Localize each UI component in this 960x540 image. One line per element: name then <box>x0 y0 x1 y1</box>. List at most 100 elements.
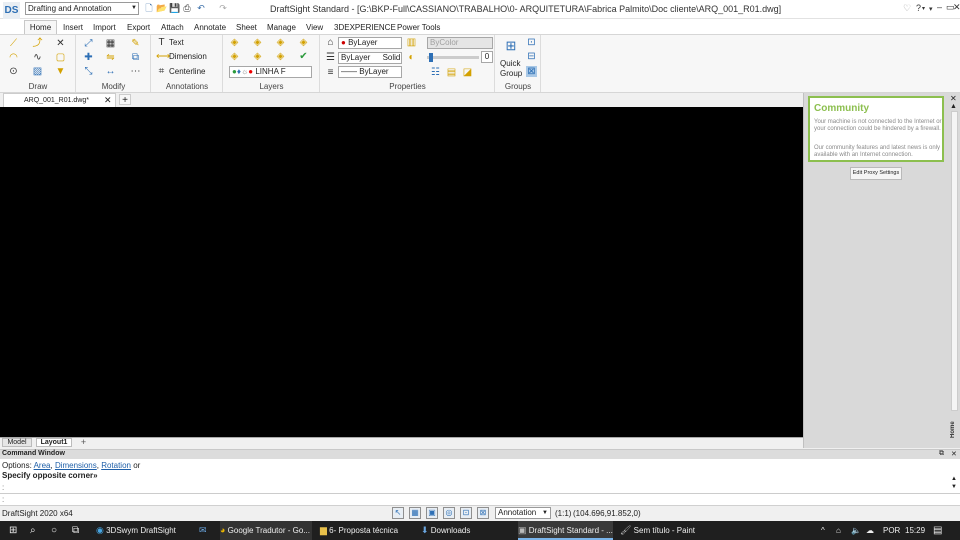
layer-state-icon[interactable]: ◈ <box>275 37 286 48</box>
clock[interactable]: 15:29 <box>905 521 925 540</box>
tab-home[interactable]: Home <box>24 20 57 35</box>
search-icon[interactable]: ⌕ <box>30 521 36 540</box>
esnap-icon[interactable]: ⊡ <box>460 507 472 519</box>
transparency-slider-thumb[interactable] <box>429 53 433 62</box>
layer-previous-icon[interactable]: ◈ <box>252 37 263 48</box>
tab-attach[interactable]: Attach <box>161 23 184 32</box>
stretch-icon[interactable]: ⤡ <box>83 66 94 77</box>
cortana-icon[interactable]: ○ <box>51 521 57 540</box>
copy-icon[interactable]: ✚ <box>83 52 94 63</box>
scroll-down-icon[interactable]: ▼ <box>951 484 957 490</box>
workspace-dropdown[interactable]: Drafting and Annotation ▼ <box>25 2 139 15</box>
quick-group-label-2[interactable]: Group <box>500 69 522 78</box>
tab-import[interactable]: Import <box>93 23 116 32</box>
spline-icon[interactable]: ∿ <box>32 52 43 63</box>
list-icon[interactable]: ☷ <box>430 67 441 78</box>
windows-start-icon[interactable]: ⊞ <box>9 521 17 540</box>
linestyle-dropdown[interactable]: ByLayer Solid <box>338 52 402 64</box>
taskbar-item-draftsight[interactable]: ▣ DraftSight Standard - ... <box>518 521 613 540</box>
transparency-slider[interactable] <box>427 56 479 59</box>
side-tab-home[interactable]: Home <box>950 412 959 438</box>
help-icon[interactable]: ♡ <box>903 3 911 14</box>
taskbar-item-3dswym[interactable]: ◉ 3DSwym DraftSight <box>96 521 176 540</box>
app-logo[interactable]: DS <box>3 2 20 19</box>
transparency-icon[interactable]: ◐ <box>406 52 417 63</box>
document-tab[interactable]: ARQ_001_R01.dwg* ✕ <box>3 93 116 107</box>
tab-annotate[interactable]: Annotate <box>194 23 226 32</box>
task-view-icon[interactable]: ⧉ <box>72 521 79 540</box>
move-icon[interactable]: ⤢ <box>83 38 94 49</box>
mirror-icon[interactable]: ⇋ <box>105 52 116 63</box>
tab-view[interactable]: View <box>306 23 323 32</box>
cursor-mode-icon[interactable]: ↖ <box>392 507 404 519</box>
polyline-icon[interactable]: ⤴ <box>32 38 43 49</box>
properties-icon[interactable]: ▤ <box>446 67 457 78</box>
save-icon[interactable]: 💾 <box>169 3 180 13</box>
side-panel-scrollbar[interactable] <box>951 111 958 411</box>
close-icon[interactable]: ✕ <box>950 94 957 103</box>
tab-manage[interactable]: Manage <box>267 23 296 32</box>
scroll-up-icon[interactable]: ▲ <box>950 103 957 110</box>
close-icon[interactable]: ✕ <box>104 95 112 106</box>
ribbon-toggle-icon[interactable]: ▾ <box>929 5 933 13</box>
grid-icon[interactable]: ▦ <box>409 507 421 519</box>
taskbar-item-downloads[interactable]: ⬇ Downloads <box>421 521 470 540</box>
tab-power-tools[interactable]: Power Tools <box>397 23 440 32</box>
quick-select-icon[interactable]: ◪ <box>462 67 473 78</box>
info-icon[interactable]: ? <box>916 3 921 13</box>
rectangle-icon[interactable]: ▢ <box>55 52 66 63</box>
text-button[interactable]: Text <box>169 38 184 47</box>
restore-icon[interactable]: ⧉ <box>939 450 944 458</box>
offset-icon[interactable]: ⧉ <box>130 52 141 63</box>
quick-group-label-1[interactable]: Quick <box>500 59 520 68</box>
tab-3dexperience[interactable]: 3DEXPERIENCE <box>334 23 396 32</box>
notifications-icon[interactable]: ▤ <box>933 521 942 540</box>
new-file-icon[interactable]: 🗋 <box>144 3 154 13</box>
taskbar-item-google-tradutor[interactable]: ◕ Google Tradutor - Go... <box>220 521 312 540</box>
construction-line-icon[interactable]: ✕ <box>55 38 66 49</box>
arc-icon[interactable]: ◠ <box>8 52 19 63</box>
draw-panel-label[interactable]: Draw <box>0 82 76 91</box>
drawing-canvas[interactable] <box>0 107 803 437</box>
layers-panel-label[interactable]: Layers <box>223 82 320 91</box>
print-icon[interactable]: ⎙ <box>182 3 192 13</box>
taskbar-item-proposta[interactable]: ▆ 6- Proposta técnica <box>320 521 398 540</box>
ortho-icon[interactable]: ◎ <box>443 507 455 519</box>
groups-panel-label[interactable]: Groups <box>495 82 541 91</box>
layer-dropdown[interactable]: ●♦☼● LINHA F <box>229 66 312 78</box>
help-dropdown-icon[interactable]: ▾ <box>922 5 925 12</box>
new-tab-icon[interactable]: + <box>119 94 131 106</box>
open-folder-icon[interactable]: 📂 <box>156 3 167 13</box>
layer-off-icon[interactable]: ◈ <box>275 51 286 62</box>
cloud-icon[interactable]: ☁ <box>866 521 874 540</box>
lineweight-dropdown[interactable]: —— ByLayer <box>338 66 402 78</box>
tab-export[interactable]: Export <box>127 23 150 32</box>
match-properties-icon[interactable]: ⌂ <box>325 37 336 48</box>
erase-icon[interactable]: ✎ <box>130 38 141 49</box>
modify-panel-label[interactable]: Modify <box>76 82 151 91</box>
array-icon[interactable]: ▦ <box>105 38 116 49</box>
tray-chevron-icon[interactable]: ^ <box>821 521 825 540</box>
tab-model[interactable]: Model <box>2 438 32 447</box>
tab-sheet[interactable]: Sheet <box>236 23 257 32</box>
option-area[interactable]: Area <box>34 461 51 470</box>
ungroup-icon[interactable]: ⊟ <box>526 51 537 62</box>
close-icon[interactable]: ✕ <box>951 450 957 458</box>
minimize-icon[interactable]: – <box>937 2 942 12</box>
layer-isolate-icon[interactable]: ◈ <box>298 37 309 48</box>
annotations-panel-label[interactable]: Annotations <box>151 82 223 91</box>
taskbar-item-paint[interactable]: 🖌 Sem título - Paint <box>620 521 695 540</box>
make-current-icon[interactable]: ✔ <box>298 51 309 62</box>
scroll-up-icon[interactable]: ▲ <box>951 476 957 482</box>
line-icon[interactable]: ⟋ <box>8 38 19 49</box>
option-rotation[interactable]: Rotation <box>101 461 131 470</box>
redo-icon[interactable]: ↷ <box>218 3 228 13</box>
language-indicator[interactable]: POR <box>883 521 900 540</box>
snap-icon[interactable]: ▣ <box>426 507 438 519</box>
dimension-button[interactable]: Dimension <box>169 52 207 61</box>
bycolor-dropdown[interactable]: ByColor <box>427 37 493 49</box>
close-icon[interactable]: ✕ <box>953 2 960 13</box>
command-input[interactable]: : <box>0 493 960 505</box>
explode-icon[interactable]: ⋯ <box>130 66 141 77</box>
circle-icon[interactable]: ⊙ <box>8 66 19 77</box>
